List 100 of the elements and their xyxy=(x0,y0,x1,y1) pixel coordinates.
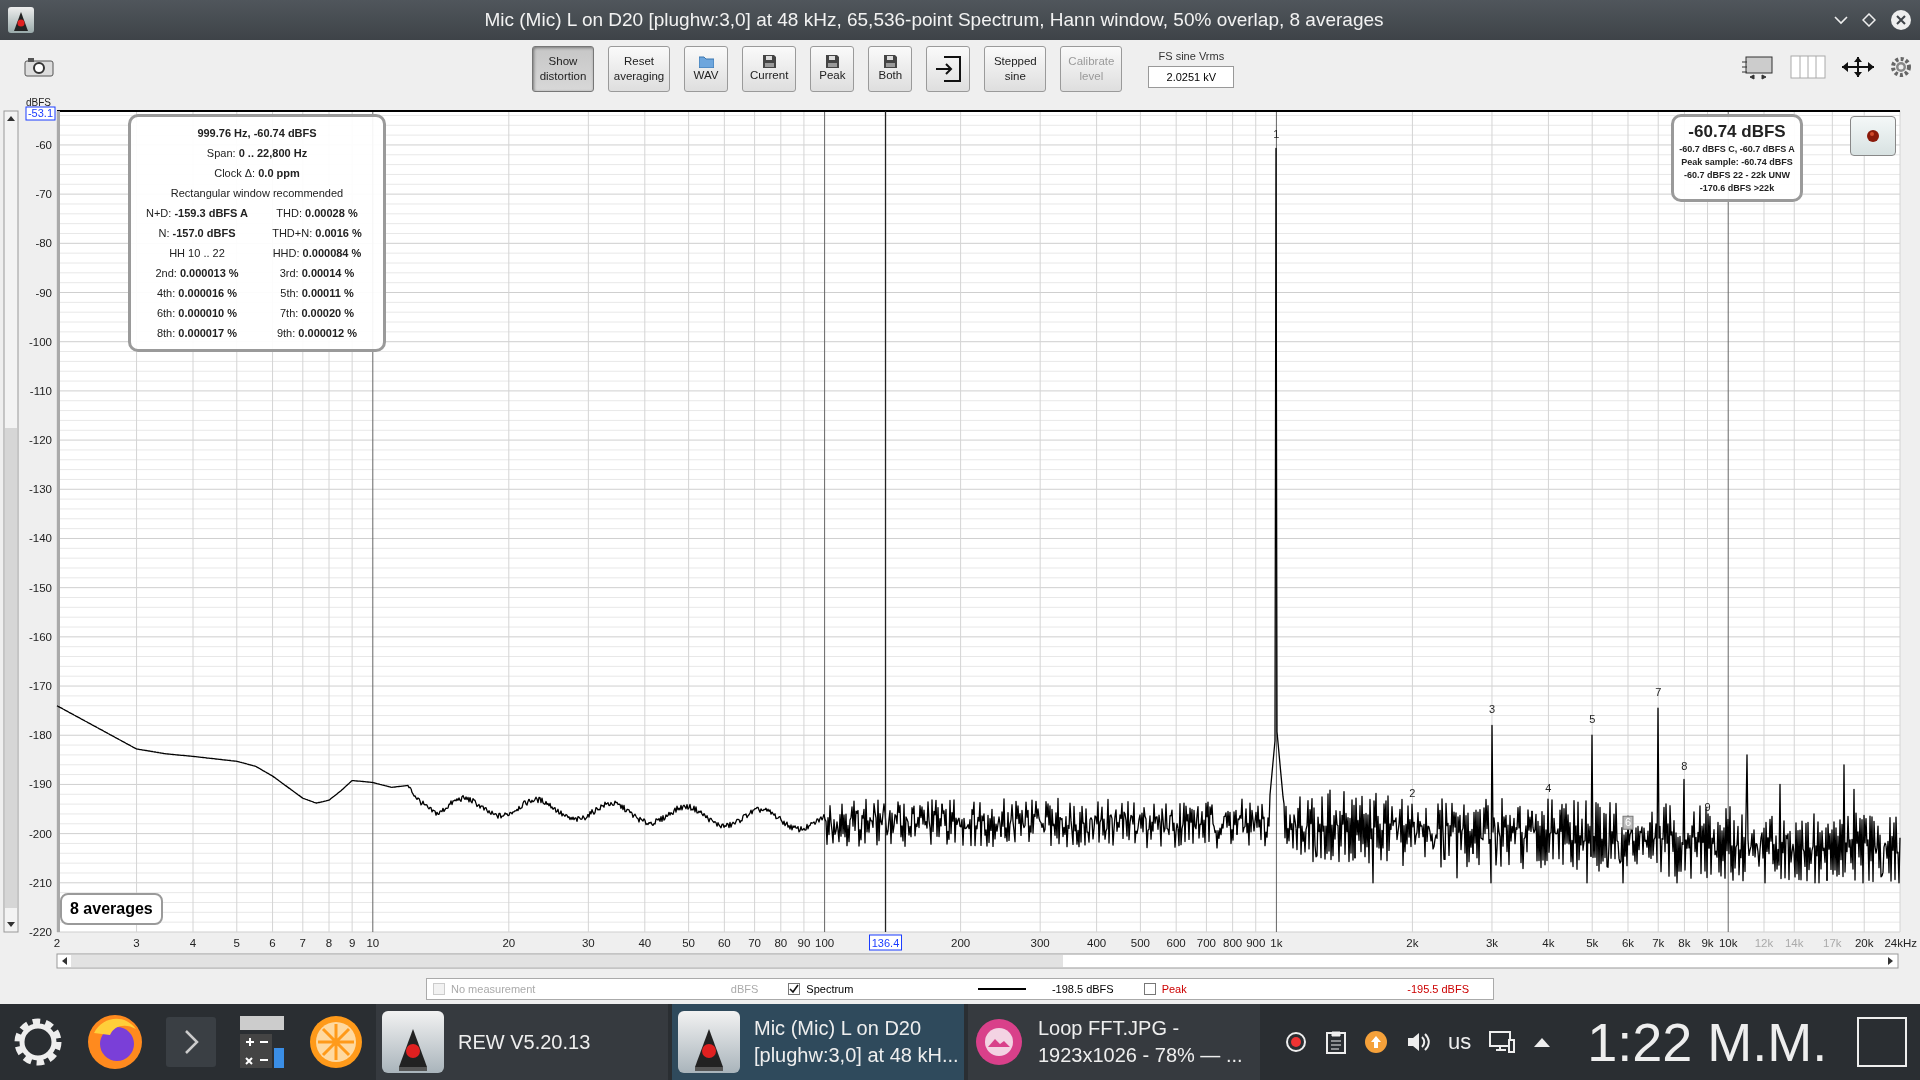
x-tick-label: 4k xyxy=(1542,937,1555,949)
distortion-value: 3rd: 0.00014 % xyxy=(278,266,356,281)
distortion-value: HHD: 0.000084 % xyxy=(271,246,363,261)
taskbar-item[interactable]: REW V5.20.13 xyxy=(376,1004,668,1080)
clipboard-icon[interactable] xyxy=(1326,1030,1346,1054)
expand-tray-icon[interactable] xyxy=(1533,1036,1552,1048)
x-tick-label: 60 xyxy=(717,937,731,949)
settings-icon[interactable] xyxy=(1890,56,1912,78)
legend-reading: -198.5 dBFS xyxy=(1051,983,1114,995)
level-detail: -170.6 dBFS >22k xyxy=(1698,182,1776,195)
panel-line: Rectangular window recommended xyxy=(169,186,345,201)
x-tick-label: 20k xyxy=(1854,937,1874,949)
window-title: Mic (Mic) L on D20 [plughw:3,0] at 48 kHz, 65,536-point Spectrum, Hann window, 50% overlap, 8 averages xyxy=(483,9,1385,31)
x-tick-label: 800 xyxy=(1223,937,1243,949)
top-limit-label[interactable]: -53.1 xyxy=(25,106,56,121)
x-tick-label: 100 xyxy=(815,937,835,949)
input-field[interactable]: 2.0251 kV xyxy=(1148,66,1235,88)
distortion-value: HH 10 .. 22 xyxy=(168,246,226,261)
x-tick-label: 3 xyxy=(133,937,140,949)
x-tick-label: 20 xyxy=(502,937,516,949)
x-tick-label: 300 xyxy=(1030,937,1050,949)
record-button[interactable] xyxy=(1850,116,1896,156)
level-detail: Peak sample: -60.74 dBFS xyxy=(1680,156,1794,169)
globe-icon[interactable] xyxy=(86,1013,144,1071)
toolbar-button[interactable]: Stepped sine xyxy=(984,46,1047,92)
record-icon xyxy=(1866,129,1880,143)
image-icon xyxy=(974,1017,1024,1067)
legend-label: Spectrum xyxy=(806,983,855,995)
harmonic-label: 3 xyxy=(1488,703,1496,716)
x-tick-label: 9 xyxy=(348,937,356,949)
x-tick-label: 600 xyxy=(1166,937,1186,949)
y-tick-label: -190 xyxy=(28,778,52,791)
x-tick-label: 4 xyxy=(189,937,197,949)
camera-icon[interactable] xyxy=(24,57,54,77)
panel-line: Span: 0 .. 22,800 Hz xyxy=(205,146,309,161)
task-title: REW V5.20.13 xyxy=(458,1029,591,1055)
show-desktop-button[interactable] xyxy=(1857,1017,1908,1067)
harmonic-label: 7 xyxy=(1655,685,1662,698)
level-detail: -60.7 dBFS C, -60.7 dBFS A xyxy=(1678,143,1796,156)
folder-icon xyxy=(698,55,714,68)
toolbar-button[interactable]: Show distortion xyxy=(532,46,594,92)
distortion-value: THD+N: 0.0016 % xyxy=(271,226,363,241)
spectrum-trace xyxy=(705,806,766,829)
x-tick-label: 70 xyxy=(748,937,761,949)
app-icon xyxy=(8,7,34,33)
x-tick-label: 6 xyxy=(269,937,276,949)
save-button[interactable]: Peak xyxy=(810,46,855,92)
spectrum-trace xyxy=(1000,797,1061,847)
x-tick-label: 9k xyxy=(1701,937,1714,949)
x-tick-label: 24kHz xyxy=(1884,937,1917,949)
x-tick-label: 40 xyxy=(638,937,652,949)
x-tick-label: 200 xyxy=(951,937,971,949)
checkbox[interactable] xyxy=(788,983,801,995)
distortion-value: N+D: -159.3 dBFS A xyxy=(145,206,249,221)
minimize-icon[interactable] xyxy=(1834,15,1848,25)
save-button[interactable]: Both xyxy=(868,46,913,92)
update-icon[interactable] xyxy=(1284,1030,1308,1054)
y-tick-label: -130 xyxy=(28,483,52,496)
calculator-icon[interactable] xyxy=(238,1014,286,1070)
averages-badge: 8 averages xyxy=(60,893,163,925)
y-tick-label: -150 xyxy=(28,581,52,594)
distortion-value: 2nd: 0.000013 % xyxy=(154,266,240,281)
level-detail: -60.7 dBFS 22 - 22k UNW xyxy=(1683,169,1791,182)
x-tick-label: 700 xyxy=(1196,937,1216,949)
upload-icon[interactable] xyxy=(1364,1030,1388,1054)
panel-line: Clock Δ: 0.0 ppm xyxy=(213,166,301,181)
network-icon[interactable] xyxy=(1489,1030,1516,1054)
task-title: Mic (Mic) L on D20 xyxy=(754,1016,923,1041)
expand-arrows-icon[interactable] xyxy=(1840,55,1876,79)
legend-label: Peak xyxy=(1161,983,1188,995)
open-button[interactable]: WAV xyxy=(684,46,728,92)
checkbox[interactable] xyxy=(1143,983,1156,995)
x-tick-label: 400 xyxy=(1087,937,1107,949)
citrus-icon[interactable] xyxy=(308,1014,364,1070)
y-tick-label: -100 xyxy=(28,335,52,348)
taskbar-item[interactable]: Mic (Mic) L on D20 [plughw:3,0] at 48 kH... xyxy=(672,1004,964,1080)
spectrum-trace xyxy=(1118,801,1179,849)
legend-label: No measurement xyxy=(451,983,537,995)
speaker-icon[interactable] xyxy=(1406,1030,1430,1054)
harmonic-label: 2 xyxy=(1409,786,1416,799)
app-icon xyxy=(678,1011,740,1073)
distortion-value: 9th: 0.000012 % xyxy=(275,326,359,341)
vertical-scrollbar[interactable] xyxy=(3,110,19,933)
distortion-value: 5th: 0.00011 % xyxy=(279,286,355,301)
task-title: Loop FFT.JPG - xyxy=(1038,1016,1181,1041)
keyboard-layout[interactable]: us xyxy=(1448,1029,1472,1055)
import-icon xyxy=(934,56,963,82)
terminal-icon[interactable] xyxy=(166,1017,216,1067)
taskbar-item[interactable]: Loop FFT.JPG - 1923x1026 - 78% — ... xyxy=(968,1004,1260,1080)
close-icon[interactable] xyxy=(1890,9,1912,31)
maximize-icon[interactable] xyxy=(1862,13,1876,27)
task-title: 1923x1026 - 78% — ... xyxy=(1038,1043,1243,1068)
x-tick-label: 10k xyxy=(1718,937,1738,949)
save-button[interactable]: Current xyxy=(742,46,797,92)
layout-icon[interactable] xyxy=(1740,54,1776,80)
toolbar-button[interactable]: Reset averaging xyxy=(608,46,670,92)
horizontal-scrollbar[interactable] xyxy=(56,953,1899,969)
x-tick-label: 30 xyxy=(581,937,595,949)
clock[interactable]: 1:22 M.M. xyxy=(1587,1011,1828,1073)
import-button[interactable] xyxy=(926,46,971,92)
